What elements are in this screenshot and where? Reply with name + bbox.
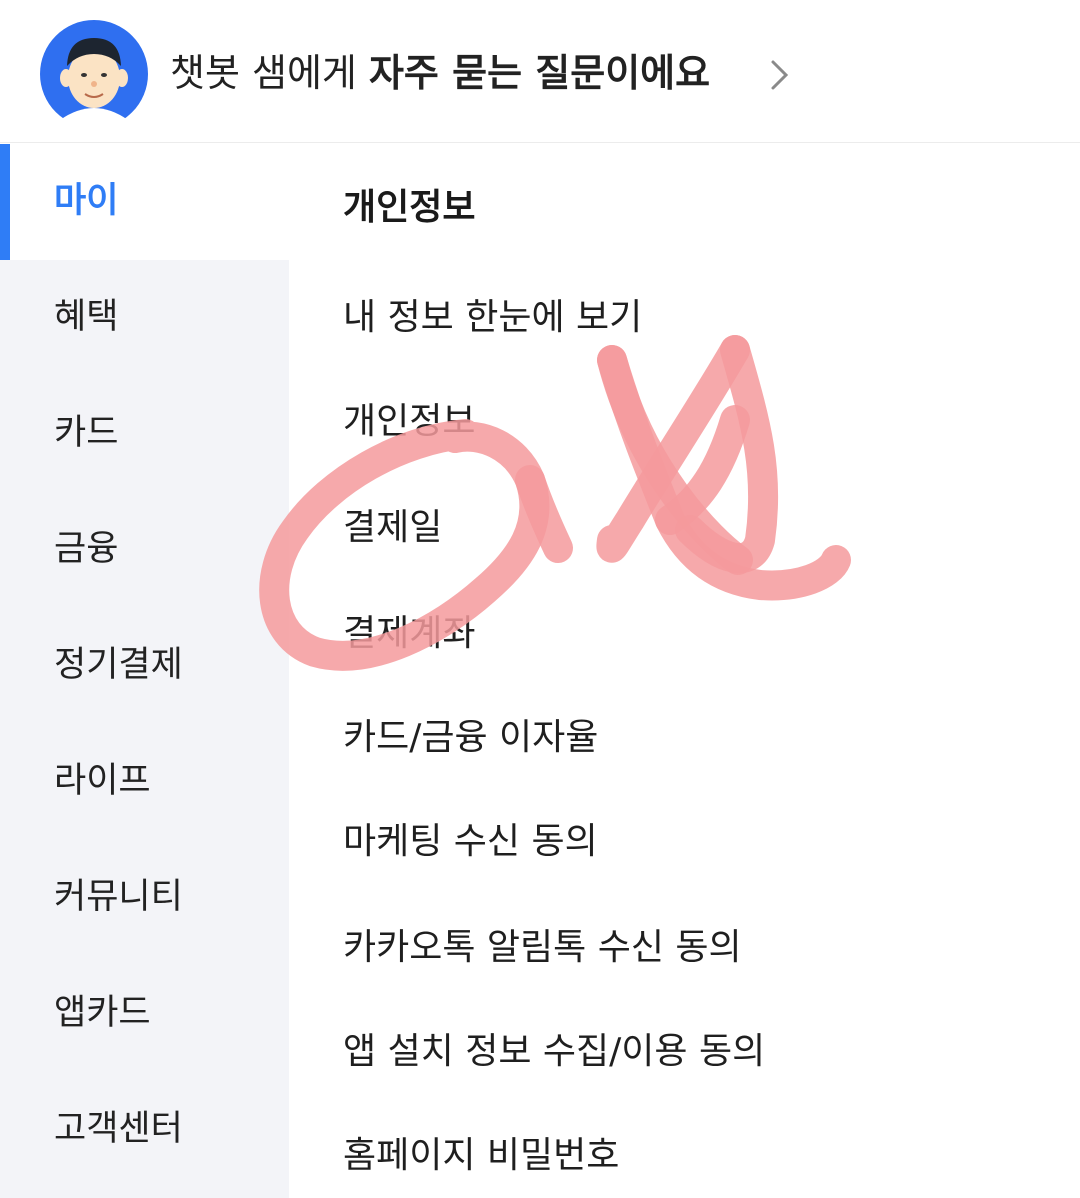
sidebar-item-community[interactable]: 커뮤니티: [0, 840, 289, 956]
sidebar-item-label: 고객센터: [54, 1109, 183, 1149]
sidebar-item-customer-center[interactable]: 고객센터: [0, 1072, 289, 1188]
sidebar-item-appcard[interactable]: 앱카드: [0, 956, 289, 1072]
faq-header[interactable]: 챗봇 샘에게 자주 묻는 질문이에요: [0, 0, 1080, 143]
sidebar-item-benefits[interactable]: 혜택: [0, 260, 289, 376]
menu-item-payment-account[interactable]: 결제계좌: [343, 610, 475, 658]
sidebar-item-finance[interactable]: 금융: [0, 492, 289, 608]
chatbot-avatar-icon: [40, 20, 148, 128]
sidebar-item-label: 마이: [54, 181, 119, 221]
sidebar-item-label: 정기결제: [54, 645, 183, 685]
menu-item-payment-date[interactable]: 결제일: [343, 504, 442, 552]
menu-item-homepage-password[interactable]: 홈페이지 비밀번호: [343, 1132, 619, 1180]
sidebar-item-label: 라이프: [54, 761, 151, 801]
menu-item-marketing-consent[interactable]: 마케팅 수신 동의: [343, 818, 598, 866]
header-text-bold: 자주 묻는 질문이에요: [368, 51, 711, 95]
faq-header-text[interactable]: 챗봇 샘에게 자주 묻는 질문이에요: [170, 48, 710, 98]
sidebar-item-life[interactable]: 라이프: [0, 724, 289, 840]
sidebar-item-subscription[interactable]: 정기결제: [0, 608, 289, 724]
menu-item-app-install-info-consent[interactable]: 앱 설치 정보 수집/이용 동의: [343, 1028, 765, 1076]
sidebar-item-label: 앱카드: [54, 993, 151, 1033]
category-sidebar: 마이 혜택 카드 금융 정기결제 라이프 커뮤니티 앱카드 고객센터: [0, 144, 289, 1198]
sidebar-item-label: 카드: [54, 413, 119, 453]
header-text-prefix: 챗봇 샘에게: [170, 51, 369, 95]
sidebar-item-card[interactable]: 카드: [0, 376, 289, 492]
faq-content: 개인정보 내 정보 한눈에 보기 개인정보 결제일 결제계좌 카드/금융 이자율…: [289, 144, 1080, 1198]
chevron-right-icon[interactable]: [768, 56, 792, 94]
sidebar-item-my[interactable]: 마이: [0, 144, 289, 260]
menu-item-personal-info[interactable]: 개인정보: [343, 398, 475, 446]
sidebar-item-label: 커뮤니티: [54, 877, 183, 917]
menu-item-kakao-alimtalk-consent[interactable]: 카카오톡 알림톡 수신 동의: [343, 924, 742, 972]
sidebar-item-label: 혜택: [54, 297, 119, 337]
section-title: 개인정보: [343, 187, 476, 228]
menu-item-my-info-overview[interactable]: 내 정보 한눈에 보기: [343, 294, 642, 342]
sidebar-item-label: 금융: [54, 529, 119, 569]
menu-item-interest-rate[interactable]: 카드/금융 이자율: [343, 714, 598, 762]
